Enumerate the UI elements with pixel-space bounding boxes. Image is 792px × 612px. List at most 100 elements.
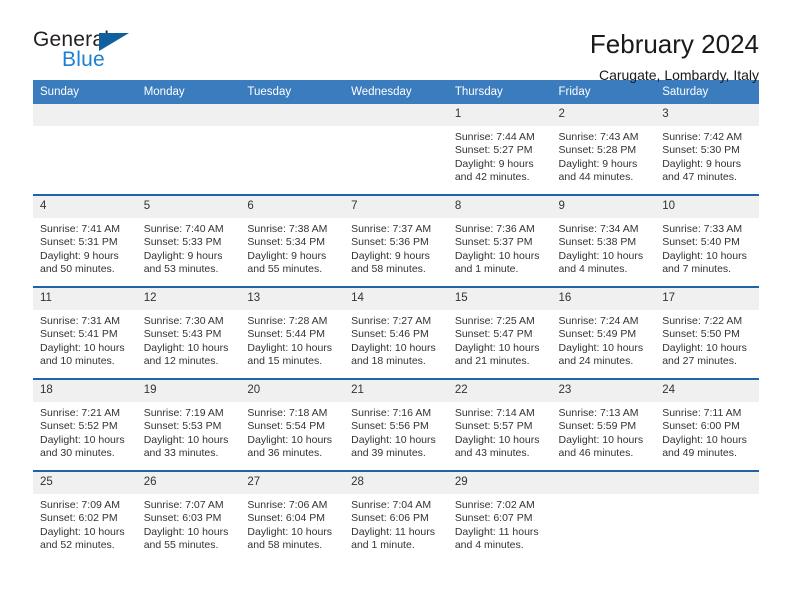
calendar-day-cell[interactable]: 8 Sunrise: 7:36 AM Sunset: 5:37 PM Daylight… [447,194,552,287]
calendar-day-cell[interactable]: 24 Sunrise: 7:11 AM Sunset: 6:00 PM Dayligh… [655,378,759,471]
day-info-line: Daylight: 10 hours [454,433,540,446]
day-info-line: Sunrise: 7:13 AM [558,407,639,419]
day-info-line: Sunset: 6:03 PM [143,512,222,525]
day-info-line: and 47 minutes. [662,171,737,184]
day-info-line: Sunset: 5:57 PM [454,420,533,433]
day-info-line: Daylight: 10 hours [454,249,540,262]
calendar-day-cell[interactable]: 16 Sunrise: 7:24 AM Sunset: 5:49 PM Dayligh… [551,286,656,379]
day-info-line: Sunset: 5:47 PM [454,328,533,341]
calendar-day-cell[interactable]: 21 Sunrise: 7:16 AM Sunset: 5:56 PM Dayligh… [344,378,448,471]
day-number [551,472,656,494]
calendar-week-row: 18 Sunrise: 7:21 AM Sunset: 5:52 PM Dayligh… [33,378,759,471]
day-number: 10 [655,196,759,218]
calendar-day-cell[interactable]: 18 Sunrise: 7:21 AM Sunset: 5:52 PM Dayligh… [33,378,137,471]
day-info-line: Sunrise: 7:40 AM [143,223,224,235]
calendar-day-cell[interactable]: 15 Sunrise: 7:25 AM Sunset: 5:47 PM Dayligh… [447,286,552,379]
calendar-day-cell[interactable]: 25 Sunrise: 7:09 AM Sunset: 6:02 PM Dayligh… [33,470,137,562]
calendar-day-cell[interactable]: 23 Sunrise: 7:13 AM Sunset: 5:59 PM Dayligh… [551,378,656,471]
day-info-line: and 12 minutes. [143,355,219,368]
day-sun-info: Sunrise: 7:38 AM Sunset: 5:34 PM Daylight:… [240,218,344,277]
day-info-line: Sunrise: 7:44 AM [454,131,535,143]
calendar-empty-cell [240,104,345,195]
calendar-empty-cell [655,470,759,562]
calendar-day-cell[interactable]: 28 Sunrise: 7:04 AM Sunset: 6:06 PM Dayligh… [344,470,448,562]
day-info-line: Sunset: 5:28 PM [558,144,637,157]
day-sun-info: Sunrise: 7:27 AM Sunset: 5:46 PM Daylight:… [344,310,448,369]
day-info-line: Sunrise: 7:33 AM [662,223,743,235]
logo-text-blue: Blue [62,48,105,71]
calendar-day-cell[interactable]: 19 Sunrise: 7:19 AM Sunset: 5:53 PM Dayligh… [136,378,241,471]
day-sun-info: Sunrise: 7:11 AM Sunset: 6:00 PM Daylight:… [655,402,759,461]
day-info-line: Daylight: 10 hours [247,341,333,354]
calendar-day-cell[interactable]: 4 Sunrise: 7:41 AM Sunset: 5:31 PM Daylight… [33,194,137,287]
day-sun-info: Sunrise: 7:22 AM Sunset: 5:50 PM Daylight:… [655,310,759,369]
page-header: General Blue February 2024 Carugate, Lom… [33,0,759,83]
day-info-line: Daylight: 9 hours [351,249,430,262]
calendar-day-cell[interactable]: 5 Sunrise: 7:40 AM Sunset: 5:33 PM Daylight… [136,194,241,287]
calendar-day-cell[interactable]: 10 Sunrise: 7:33 AM Sunset: 5:40 PM Dayligh… [655,194,759,287]
day-info-line: Daylight: 11 hours [454,525,539,538]
day-info-line: Sunset: 5:50 PM [662,328,740,341]
calendar-day-cell[interactable]: 11 Sunrise: 7:31 AM Sunset: 5:41 PM Dayligh… [33,286,137,379]
calendar-day-cell[interactable]: 29 Sunrise: 7:02 AM Sunset: 6:07 PM Dayligh… [447,470,552,562]
day-info-line: Daylight: 11 hours [351,525,435,538]
day-info-line: and 7 minutes. [662,263,732,276]
day-info-line: Sunrise: 7:18 AM [247,407,328,419]
day-info-line: Sunset: 5:44 PM [247,328,326,341]
day-sun-info: Sunrise: 7:25 AM Sunset: 5:47 PM Daylight:… [448,310,552,369]
calendar-day-cell[interactable]: 26 Sunrise: 7:07 AM Sunset: 6:03 PM Dayligh… [136,470,241,562]
day-sun-info: Sunrise: 7:24 AM Sunset: 5:49 PM Daylight:… [552,310,656,369]
day-number [240,104,345,126]
day-sun-info: Sunrise: 7:43 AM Sunset: 5:28 PM Daylight:… [552,126,656,185]
day-info-line: Sunset: 5:49 PM [558,328,637,341]
day-number: 23 [551,380,656,402]
day-info-line: Sunset: 5:52 PM [40,420,118,433]
day-info-line: Sunrise: 7:19 AM [143,407,224,419]
day-info-line: and 42 minutes. [454,171,530,184]
day-sun-info: Sunrise: 7:30 AM Sunset: 5:43 PM Daylight:… [137,310,241,369]
calendar-day-cell[interactable]: 7 Sunrise: 7:37 AM Sunset: 5:36 PM Daylight… [344,194,448,287]
day-sun-info: Sunrise: 7:28 AM Sunset: 5:44 PM Daylight:… [240,310,344,369]
day-number: 19 [136,380,241,402]
calendar-day-cell[interactable]: 13 Sunrise: 7:28 AM Sunset: 5:44 PM Dayligh… [240,286,345,379]
calendar-day-cell[interactable]: 22 Sunrise: 7:14 AM Sunset: 5:57 PM Dayligh… [447,378,552,471]
day-sun-info: Sunrise: 7:44 AM Sunset: 5:27 PM Daylight:… [448,126,552,185]
day-info-line: Sunrise: 7:21 AM [40,407,120,419]
calendar-day-cell[interactable]: 20 Sunrise: 7:18 AM Sunset: 5:54 PM Dayligh… [240,378,345,471]
day-sun-info: Sunrise: 7:02 AM Sunset: 6:07 PM Daylight:… [448,494,552,553]
day-number: 8 [447,196,552,218]
day-info-line: Sunrise: 7:02 AM [454,499,535,511]
weekday-header-monday: Monday [136,80,241,104]
day-number: 16 [551,288,656,310]
calendar-table: Sunday Monday Tuesday Wednesday Thursday Frid… [33,80,759,562]
day-info-line: and 39 minutes. [351,447,426,460]
day-info-line: and 4 minutes. [558,263,628,276]
calendar-day-cell[interactable]: 12 Sunrise: 7:30 AM Sunset: 5:43 PM Dayligh… [136,286,241,379]
day-info-line: Daylight: 10 hours [143,341,229,354]
day-info-line: Daylight: 10 hours [558,249,644,262]
day-number: 4 [33,196,137,218]
calendar-week-row: 4 Sunrise: 7:41 AM Sunset: 5:31 PM Daylight… [33,194,759,287]
day-number: 14 [344,288,448,310]
day-info-line: Sunset: 5:33 PM [143,236,222,249]
calendar-week-row: 11 Sunrise: 7:31 AM Sunset: 5:41 PM Dayligh… [33,286,759,379]
calendar-day-cell[interactable]: 6 Sunrise: 7:38 AM Sunset: 5:34 PM Daylight… [240,194,345,287]
day-number: 15 [447,288,552,310]
calendar-day-cell[interactable]: 9 Sunrise: 7:34 AM Sunset: 5:38 PM Daylight… [551,194,656,287]
calendar-day-cell[interactable]: 3 Sunrise: 7:42 AM Sunset: 5:30 PM Daylight… [655,104,759,195]
calendar-day-cell[interactable]: 2 Sunrise: 7:43 AM Sunset: 5:28 PM Daylight… [551,104,656,195]
day-number [344,104,448,126]
calendar-day-cell[interactable]: 17 Sunrise: 7:22 AM Sunset: 5:50 PM Dayligh… [655,286,759,379]
day-info-line: and 33 minutes. [143,447,219,460]
day-sun-info: Sunrise: 7:06 AM Sunset: 6:04 PM Daylight:… [240,494,344,553]
calendar-day-cell[interactable]: 14 Sunrise: 7:27 AM Sunset: 5:46 PM Dayligh… [344,286,448,379]
day-info-line: Sunset: 5:46 PM [351,328,429,341]
calendar-day-cell[interactable]: 27 Sunrise: 7:06 AM Sunset: 6:04 PM Dayligh… [240,470,345,562]
calendar-week-row: 1 Sunrise: 7:44 AM Sunset: 5:27 PM Daylight… [33,104,759,195]
day-number: 11 [33,288,137,310]
day-sun-info: Sunrise: 7:34 AM Sunset: 5:38 PM Daylight:… [552,218,656,277]
day-info-line: and 21 minutes. [454,355,530,368]
calendar-day-cell[interactable]: 1 Sunrise: 7:44 AM Sunset: 5:27 PM Daylight… [447,104,552,195]
day-info-line: Sunset: 5:27 PM [454,144,533,157]
day-sun-info: Sunrise: 7:42 AM Sunset: 5:30 PM Daylight:… [655,126,759,185]
